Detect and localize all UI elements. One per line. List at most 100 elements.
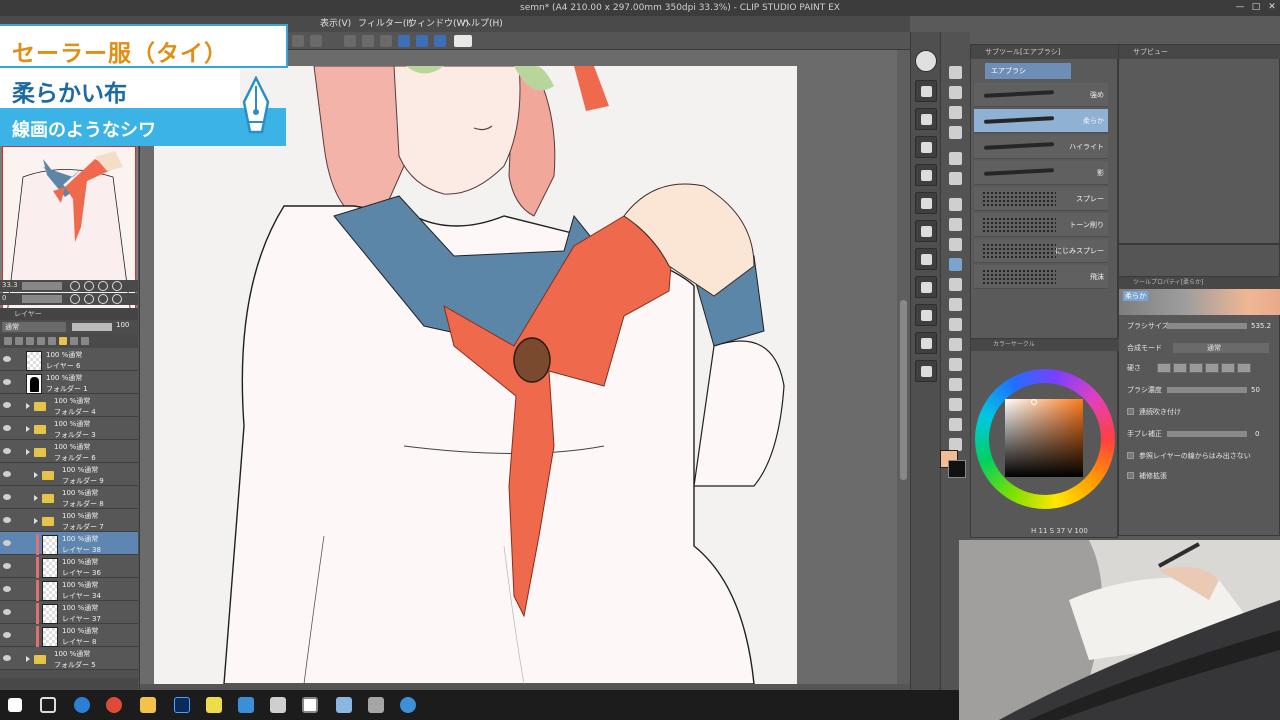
airbrush-icon[interactable]	[915, 248, 937, 270]
brush-item[interactable]: 強め	[974, 83, 1108, 107]
store-icon[interactable]	[238, 697, 254, 713]
fit-icon[interactable]	[98, 281, 108, 291]
visibility-eye-icon[interactable]	[3, 609, 11, 615]
explorer-icon[interactable]	[140, 697, 156, 713]
layer-row[interactable]: 100 %通常 レイヤー 6	[0, 348, 138, 371]
hand-tool-icon[interactable]	[949, 86, 962, 99]
brush-item[interactable]: 影	[974, 161, 1108, 185]
subtool-group-tab[interactable]: エアブラシ	[985, 63, 1071, 79]
zoom-slider[interactable]	[22, 282, 62, 290]
opacity-slider[interactable]	[72, 323, 112, 331]
blend-mode-row[interactable]: 合成モード 通常	[1127, 341, 1277, 355]
hardness-seg-5[interactable]	[1221, 363, 1235, 373]
zoom-in-icon[interactable]	[84, 281, 94, 291]
wand-icon[interactable]	[949, 172, 962, 185]
frame-icon[interactable]	[949, 398, 962, 411]
eraser2-icon[interactable]	[949, 298, 962, 311]
layer-row[interactable]: 100 %通常 レイヤー 37	[0, 601, 138, 625]
visibility-eye-icon[interactable]	[3, 402, 11, 408]
brush-item[interactable]: にじみスプレー	[974, 239, 1108, 263]
rotate-right-icon[interactable]	[84, 294, 94, 304]
expand-arrow-icon[interactable]	[34, 472, 38, 478]
visibility-eye-icon[interactable]	[3, 425, 11, 431]
eraser-icon[interactable]	[915, 276, 937, 298]
continuous-row[interactable]: 連続吹き付け	[1127, 405, 1277, 419]
start-icon[interactable]	[8, 698, 22, 712]
visibility-eye-icon[interactable]	[3, 471, 11, 477]
text-icon[interactable]	[949, 418, 962, 431]
canvas-scrollbar[interactable]	[897, 50, 910, 684]
anti-row[interactable]: 補修拡張	[1127, 469, 1277, 483]
transform-icon[interactable]	[292, 35, 304, 47]
maximize-button[interactable]: □	[1248, 1, 1264, 14]
brush-item[interactable]: スプレー	[974, 187, 1108, 211]
hardness-seg-6[interactable]	[1237, 363, 1251, 373]
expand-arrow-icon[interactable]	[26, 449, 30, 455]
bottle-icon[interactable]	[336, 697, 352, 713]
fill-icon[interactable]	[362, 35, 374, 47]
select-icon[interactable]	[915, 108, 937, 130]
hardness-seg-3[interactable]	[1189, 363, 1203, 373]
draft-icon[interactable]	[81, 337, 89, 345]
move-icon[interactable]	[915, 80, 937, 102]
layer-row[interactable]: 100 %通常 フォルダー 8	[0, 486, 138, 509]
menu-window[interactable]: ウィンドウ(W)	[408, 16, 469, 32]
g-pen-icon[interactable]	[949, 218, 962, 231]
expand-arrow-icon[interactable]	[26, 426, 30, 432]
layer-row[interactable]: 100 %通常 フォルダー 4	[0, 394, 138, 417]
expand-arrow-icon[interactable]	[26, 656, 30, 662]
decoration-icon[interactable]	[949, 278, 962, 291]
brush-icon[interactable]	[915, 220, 937, 242]
dropper-icon[interactable]	[949, 198, 962, 211]
photoshop-icon[interactable]	[174, 697, 190, 713]
clear-icon[interactable]	[344, 35, 356, 47]
pencil-icon[interactable]	[915, 192, 937, 214]
layer-row[interactable]: 100 %通常 レイヤー 38	[0, 532, 138, 556]
menu-filter[interactable]: フィルター(I)	[358, 16, 413, 32]
visibility-eye-icon[interactable]	[3, 563, 11, 569]
device-icon[interactable]	[368, 697, 384, 713]
reference-checkbox[interactable]	[1127, 452, 1134, 459]
snap-icon[interactable]	[416, 35, 428, 47]
brush-size-row[interactable]: ブラシサイズ 535.2	[1127, 319, 1277, 333]
pencil2-icon[interactable]	[949, 238, 962, 251]
help-icon[interactable]	[454, 35, 472, 47]
menu-help[interactable]: ヘルプ(H)	[462, 16, 503, 32]
density-slider[interactable]	[1167, 387, 1247, 393]
reset-rotate-icon[interactable]	[98, 294, 108, 304]
lock-alpha-icon[interactable]	[37, 337, 45, 345]
color-icon[interactable]	[59, 337, 67, 345]
expand-arrow-icon[interactable]	[34, 495, 38, 501]
brush-item[interactable]: トーン削り	[974, 213, 1108, 237]
canvas[interactable]	[154, 66, 797, 684]
brush-item[interactable]: 飛沫	[974, 265, 1108, 289]
eyedropper-icon[interactable]	[915, 136, 937, 158]
visibility-eye-icon[interactable]	[3, 494, 11, 500]
blend2-icon[interactable]	[949, 318, 962, 331]
visibility-eye-icon[interactable]	[3, 448, 11, 454]
layer-row[interactable]: 100 %通常 フォルダー 5	[0, 647, 138, 670]
hardness-seg-4[interactable]	[1205, 363, 1219, 373]
layer-row[interactable]: 100 %通常 フォルダー 3	[0, 417, 138, 440]
actual-size-icon[interactable]	[112, 281, 122, 291]
rotate-slider[interactable]	[22, 295, 62, 303]
visibility-eye-icon[interactable]	[3, 586, 11, 592]
brush-item[interactable]: ハイライト	[974, 135, 1108, 159]
pen-icon[interactable]	[915, 164, 937, 186]
saturation-value-square[interactable]	[1005, 399, 1083, 477]
reference-icon[interactable]	[15, 337, 23, 345]
flip-icon[interactable]	[112, 294, 122, 304]
reference-row[interactable]: 参照レイヤーの線からはみ出さない	[1127, 449, 1277, 463]
task-view-icon[interactable]	[40, 697, 56, 713]
tab-layer[interactable]: レイヤー	[14, 308, 42, 320]
lasso-icon[interactable]	[310, 35, 322, 47]
visibility-eye-icon[interactable]	[3, 356, 11, 362]
layer-row[interactable]: 100 %通常 レイヤー 36	[0, 555, 138, 579]
brush-item[interactable]: 柔らか	[974, 109, 1108, 133]
figure-icon[interactable]	[949, 378, 962, 391]
zoom-tool-icon[interactable]	[949, 66, 962, 79]
edge-icon[interactable]	[74, 697, 90, 713]
close-button[interactable]: ✕	[1264, 1, 1280, 14]
wacom-icon[interactable]	[400, 697, 416, 713]
clip-icon[interactable]	[4, 337, 12, 345]
